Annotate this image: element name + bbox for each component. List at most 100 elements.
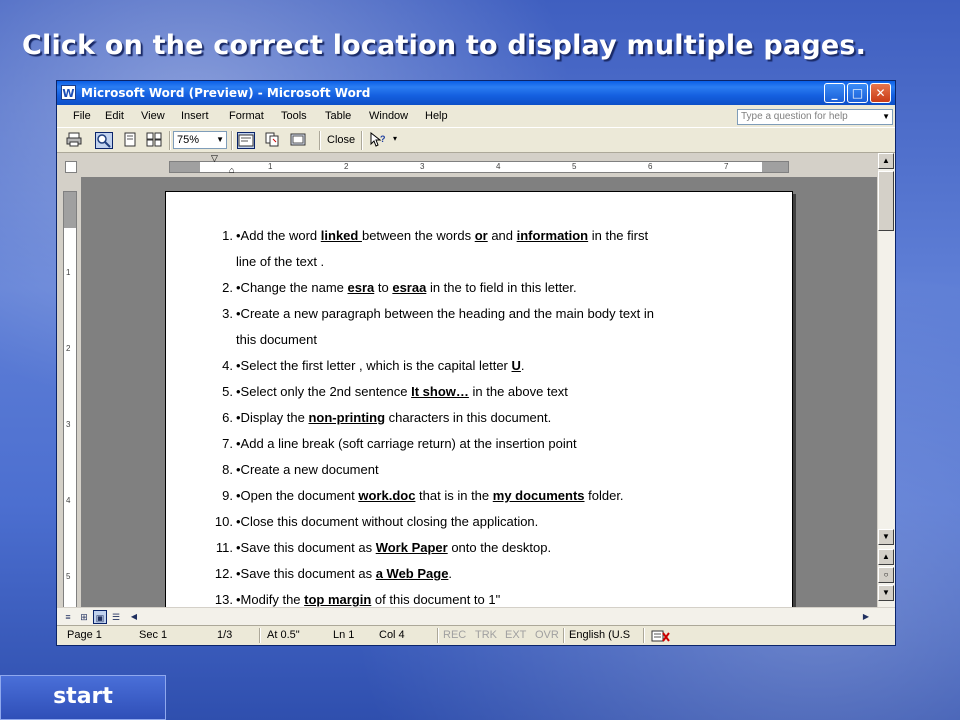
outline-view-icon[interactable]: ☰	[109, 610, 123, 624]
print-layout-icon[interactable]: ▣	[93, 610, 107, 624]
instruction-text: in the first	[588, 228, 649, 243]
list-text: •Save this document as Work Paper onto t…	[236, 540, 551, 556]
vertical-ruler[interactable]: 1 2 3 4 5	[63, 191, 77, 611]
instruction-text: •Save this document as	[236, 540, 376, 555]
menu-insert[interactable]: Insert	[181, 110, 209, 122]
scroll-up-icon[interactable]: ▲	[878, 153, 894, 169]
ruler-area: 1 2 3 4 5 6 7 ▽ ⌂	[57, 153, 895, 177]
instruction-text: •Modify the	[236, 592, 305, 607]
toolbar-options-icon[interactable]: ▾	[393, 134, 397, 143]
keyword-text: work.doc	[358, 488, 416, 503]
list-item[interactable]: 5. •Select only the 2nd sentence It show……	[166, 384, 786, 410]
list-item[interactable]: 7. •Add a line break (soft carriage retur…	[166, 436, 786, 462]
ruler-number: 7	[724, 162, 729, 171]
normal-view-icon[interactable]: ≡	[61, 610, 75, 624]
close-preview-button[interactable]: Close	[323, 132, 359, 149]
hanging-indent-marker[interactable]: ⌂	[229, 165, 234, 175]
scroll-right-icon[interactable]: ▶	[859, 610, 873, 624]
next-page-icon[interactable]: ▼	[878, 585, 894, 601]
keyword-text: It show…	[411, 384, 469, 399]
list-item[interactable]: 9. •Open the document work.doc that is in…	[166, 488, 786, 514]
minimize-button[interactable]: _	[824, 83, 845, 103]
menu-help[interactable]: Help	[425, 110, 448, 122]
menu-file[interactable]: File	[73, 110, 91, 122]
list-text: •Select the first letter , which is the …	[236, 358, 525, 374]
menu-format[interactable]: Format	[229, 110, 264, 122]
list-number: 5.	[222, 384, 233, 399]
help-search-input[interactable]: Type a question for help ▼	[737, 109, 893, 125]
vertical-scrollbar[interactable]: ▲ ▼ ▲ ○ ▼	[877, 153, 895, 609]
status-ovr[interactable]: OVR	[535, 629, 559, 641]
instruction-text: in the to field in this letter.	[426, 280, 577, 295]
list-item[interactable]: 10. •Close this document without closing …	[166, 514, 786, 540]
scroll-down-icon[interactable]: ▼	[878, 529, 894, 545]
print-preview-toolbar: 75% ▼ Close ? ▾	[57, 127, 895, 153]
close-window-button[interactable]: ✕	[870, 83, 891, 103]
zoom-select[interactable]: 75% ▼	[173, 131, 227, 149]
shrink-to-fit-icon[interactable]	[263, 132, 281, 149]
status-rec[interactable]: REC	[443, 629, 466, 641]
list-item[interactable]: 6. •Display the non-printing characters i…	[166, 410, 786, 436]
horizontal-scrollbar[interactable]: ≡ ⊞ ▣ ☰ ◀ ▶	[57, 607, 895, 626]
chevron-down-icon[interactable]: ▼	[882, 110, 890, 124]
keyword-text: Work Paper	[375, 540, 448, 555]
one-page-icon[interactable]	[121, 132, 139, 149]
status-ext[interactable]: EXT	[505, 629, 526, 641]
status-column: Col 4	[379, 629, 405, 641]
list-item[interactable]: 2. •Change the name esra to esraa in the …	[166, 280, 786, 306]
list-number: 2.	[222, 280, 233, 295]
list-item[interactable]: 3. •Create a new paragraph between the he…	[166, 306, 786, 358]
menu-view[interactable]: View	[141, 110, 165, 122]
list-item[interactable]: 8. •Create a new document	[166, 462, 786, 488]
full-screen-icon[interactable]	[289, 132, 307, 149]
context-help-icon[interactable]: ?	[369, 131, 387, 149]
instruction-text: to	[374, 280, 393, 295]
web-layout-icon[interactable]: ⊞	[77, 610, 91, 624]
view-ruler-icon[interactable]	[237, 132, 255, 149]
list-text: •Add the word linked between the words o…	[236, 228, 648, 244]
magnifier-icon[interactable]	[95, 132, 113, 149]
menu-table[interactable]: Table	[325, 110, 351, 122]
instruction-text: •Close this document without closing the…	[236, 514, 539, 529]
zoom-value: 75%	[177, 134, 200, 146]
horizontal-ruler[interactable]: 1 2 3 4 5 6 7	[169, 161, 789, 173]
select-browse-object-icon[interactable]: ○	[878, 567, 894, 583]
status-trk[interactable]: TRK	[475, 629, 497, 641]
instruction-text: in the above text	[468, 384, 568, 399]
document-page[interactable]: 1. •Add the word linked between the words…	[165, 191, 793, 607]
ruler-number: 3	[420, 162, 425, 171]
status-line: Ln 1	[333, 629, 355, 641]
instruction-text: •Add the word	[236, 228, 321, 243]
keyword-text: my documents	[492, 488, 585, 503]
scroll-left-icon[interactable]: ◀	[127, 610, 141, 624]
scroll-thumb[interactable]	[878, 171, 894, 231]
chevron-down-icon[interactable]: ▼	[216, 132, 224, 148]
start-button[interactable]: start	[0, 675, 166, 720]
keyword-text: a Web Page	[375, 566, 449, 581]
list-text: •Change the name esra to esraa in the to…	[236, 280, 577, 296]
instruction-text: •Select the first letter , which is the …	[236, 358, 512, 373]
list-text: •Close this document without closing the…	[236, 514, 538, 530]
menu-tools[interactable]: Tools	[281, 110, 307, 122]
print-icon[interactable]	[65, 132, 83, 149]
menu-edit[interactable]: Edit	[105, 110, 124, 122]
list-item[interactable]: 11. •Save this document as Work Paper ont…	[166, 540, 786, 566]
list-item[interactable]: 1. •Add the word linked between the words…	[166, 228, 786, 280]
list-number: 10.	[214, 514, 233, 529]
list-text: •Create a new document	[236, 462, 379, 478]
maximize-button[interactable]: □	[847, 83, 868, 103]
word-app-icon[interactable]: W	[61, 85, 76, 100]
keyword-text: non-printing	[308, 410, 386, 425]
list-item[interactable]: 13. •Modify the top margin of this docume…	[166, 592, 786, 607]
document-workspace[interactable]: 1. •Add the word linked between the words…	[81, 177, 877, 607]
multiple-pages-icon[interactable]	[145, 132, 163, 149]
first-line-indent-marker[interactable]: ▽	[211, 153, 218, 164]
list-number: 13.	[214, 592, 233, 607]
menu-window[interactable]: Window	[369, 110, 408, 122]
previous-page-icon[interactable]: ▲	[878, 549, 894, 565]
list-item[interactable]: 4. •Select the first letter , which is th…	[166, 358, 786, 384]
list-number: 8.	[222, 462, 233, 477]
tab-selector[interactable]	[65, 161, 77, 173]
spelling-grammar-icon[interactable]	[651, 629, 671, 646]
list-item[interactable]: 12. •Save this document as a Web Page.	[166, 566, 786, 592]
